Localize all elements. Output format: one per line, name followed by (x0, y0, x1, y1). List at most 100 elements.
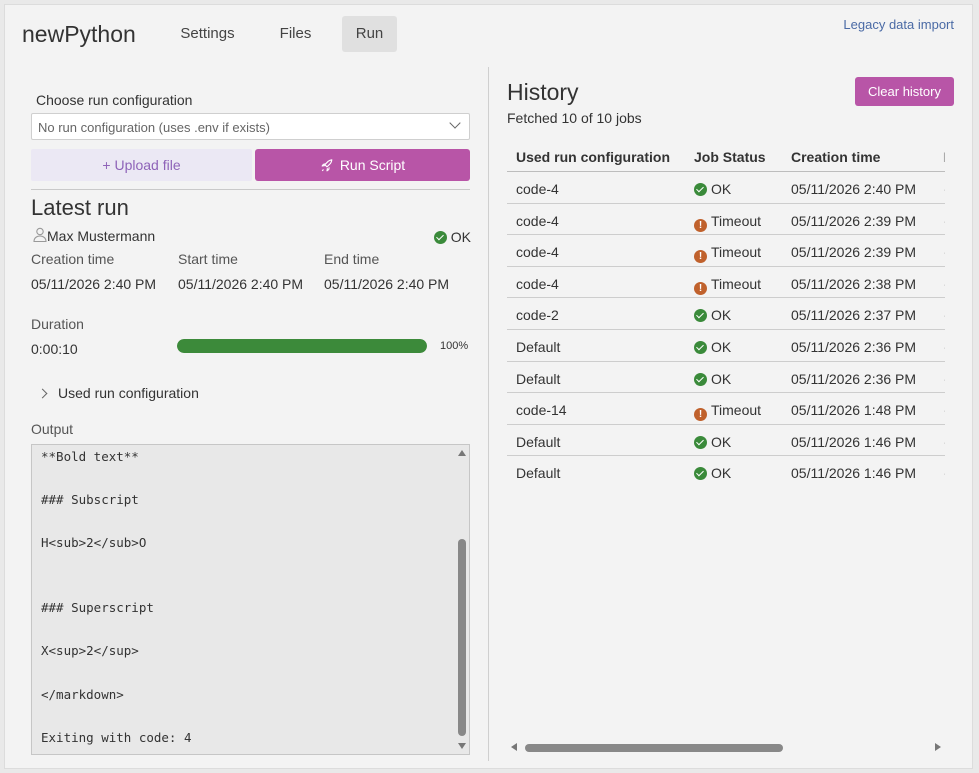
cell-status: ! Timeout (694, 276, 761, 295)
status-text: OK (711, 307, 732, 324)
used-run-config-toggle[interactable]: Used run configuration (37, 385, 199, 401)
cell-truncated: · (943, 434, 945, 450)
end-time-label: End time (324, 251, 380, 267)
cell-truncated: · (943, 465, 945, 481)
panel-divider (488, 67, 489, 761)
cell-config: code-14 (516, 402, 567, 419)
cell-time: 05/11/2026 2:37 PM (791, 307, 917, 324)
table-row[interactable]: Default OK 05/11/2026 2:36 PM · (507, 330, 945, 362)
cell-time: 05/11/2026 2:36 PM (791, 338, 917, 355)
check-circle-icon (694, 435, 707, 449)
cell-config: code-4 (516, 181, 559, 197)
scroll-down-icon[interactable] (458, 743, 466, 749)
status-text: Timeout (711, 402, 762, 419)
cell-config: Default (516, 338, 561, 355)
duration-label: Duration (31, 316, 84, 332)
status-text: OK (711, 181, 732, 197)
app-title: newPython (22, 21, 136, 47)
table-row[interactable]: code-2 OK 05/11/2026 2:37 PM · (507, 298, 945, 330)
clear-history-button[interactable]: Clear history (855, 77, 954, 106)
cell-truncated: · (943, 371, 945, 387)
column-header[interactable]: Job Status (694, 149, 766, 165)
cell-status: ! Timeout (694, 213, 761, 232)
cell-time: 05/11/2026 2:38 PM (791, 275, 917, 292)
duration-value: 0:00:10 (31, 341, 78, 357)
tab-files[interactable]: Files (265, 16, 326, 52)
table-row[interactable]: code-14! Timeout 05/11/2026 1:48 PM · (507, 393, 945, 425)
exclamation-circle-icon: ! (694, 250, 707, 264)
tab-settings[interactable]: Settings (169, 16, 246, 52)
output-scrollbar[interactable] (455, 445, 469, 754)
upload-file-button[interactable]: + Upload file (31, 149, 252, 181)
chevron-down-icon (449, 117, 461, 129)
end-time-value: 05/11/2026 2:40 PM (324, 276, 450, 292)
creation-time-value: 05/11/2026 2:40 PM (31, 276, 157, 292)
cell-status: ! Timeout (694, 402, 762, 422)
column-header[interactable]: I (943, 149, 945, 165)
status-text: OK (711, 338, 732, 355)
header: newPython Settings Files Run Legacy data… (5, 5, 972, 65)
status-text: Timeout (711, 212, 762, 229)
cell-config: Default (516, 433, 561, 450)
scroll-right-icon[interactable] (935, 743, 941, 751)
user-name: Max Mustermann (47, 228, 156, 244)
scroll-thumb[interactable] (458, 539, 466, 736)
cell-status: OK (694, 339, 731, 355)
legacy-data-import-link[interactable]: Legacy data import (843, 17, 954, 32)
cell-config: code-4 (516, 244, 559, 261)
progress-bar (177, 339, 427, 353)
output-text: **Bold text** ### Subscript H<sub>2</sub… (41, 449, 192, 745)
run-user: Max Mustermann (33, 227, 155, 244)
creation-time-label: Creation time (31, 251, 115, 267)
start-time-value: 05/11/2026 2:40 PM (178, 276, 304, 292)
table-row[interactable]: Default OK 05/11/2026 1:46 PM · (507, 456, 945, 487)
cell-truncated: · (943, 276, 945, 292)
chevron-right-icon (37, 388, 48, 399)
table-row[interactable]: code-4 ! Timeout 05/11/2026 2:38 PM · (507, 267, 945, 299)
cell-truncated: · (943, 181, 945, 197)
scroll-left-icon[interactable] (511, 743, 517, 751)
scroll-up-icon[interactable] (458, 450, 466, 456)
cell-truncated: · (943, 213, 945, 229)
fetched-count: Fetched 10 of 10 jobs (507, 110, 642, 126)
column-header[interactable]: Used run configuration (516, 149, 670, 165)
cell-truncated: · (943, 244, 945, 260)
cell-status: OK (694, 371, 731, 387)
history-title: History (507, 79, 579, 105)
user-icon (33, 227, 47, 243)
progress-fill (177, 339, 427, 353)
cell-status: ! Timeout (694, 244, 762, 264)
check-circle-icon (694, 340, 707, 354)
status-text: OK (450, 229, 471, 245)
tab-run[interactable]: Run (342, 16, 397, 52)
status-text: OK (711, 433, 732, 450)
divider (31, 189, 470, 190)
cell-config: code-2 (516, 307, 559, 324)
cell-time: 05/11/2026 1:48 PM (791, 402, 917, 419)
rocket-icon (321, 159, 333, 172)
cell-status: OK (694, 434, 731, 450)
run-config-select[interactable]: No run configuration (uses .env if exist… (31, 113, 470, 140)
check-circle-icon (694, 467, 707, 481)
table-row[interactable]: code-4 OK 05/11/2026 2:40 PM · (507, 172, 945, 204)
run-script-label: Run Script (339, 157, 406, 173)
status-text: Timeout (711, 244, 762, 261)
table-row[interactable]: code-4! Timeout 05/11/2026 2:39 PM · (507, 204, 945, 236)
table-header: Used run configuration Job Status Creati… (507, 137, 945, 172)
column-header[interactable]: Creation time (791, 149, 880, 165)
used-run-config-label: Used run configuration (58, 385, 199, 401)
output-console[interactable]: **Bold text** ### Subscript H<sub>2</sub… (31, 444, 470, 755)
hscroll-thumb[interactable] (525, 744, 783, 752)
history-hscrollbar[interactable] (507, 740, 945, 754)
table-row[interactable]: Default OK 05/11/2026 2:36 PM · (507, 362, 945, 394)
table-row[interactable]: code-4! Timeout 05/11/2026 2:39 PM · (507, 235, 945, 267)
cell-config: code-4 (516, 275, 559, 292)
cell-time: 05/11/2026 2:39 PM (791, 244, 917, 261)
status-text: OK (711, 465, 732, 482)
run-script-button[interactable]: Run Script (255, 149, 470, 181)
cell-time: 05/11/2026 2:39 PM (791, 212, 917, 229)
cell-status: OK (694, 465, 731, 481)
check-circle-icon (694, 309, 707, 323)
exclamation-circle-icon: ! (694, 218, 707, 232)
table-row[interactable]: Default OK 05/11/2026 1:46 PM · (507, 425, 945, 457)
